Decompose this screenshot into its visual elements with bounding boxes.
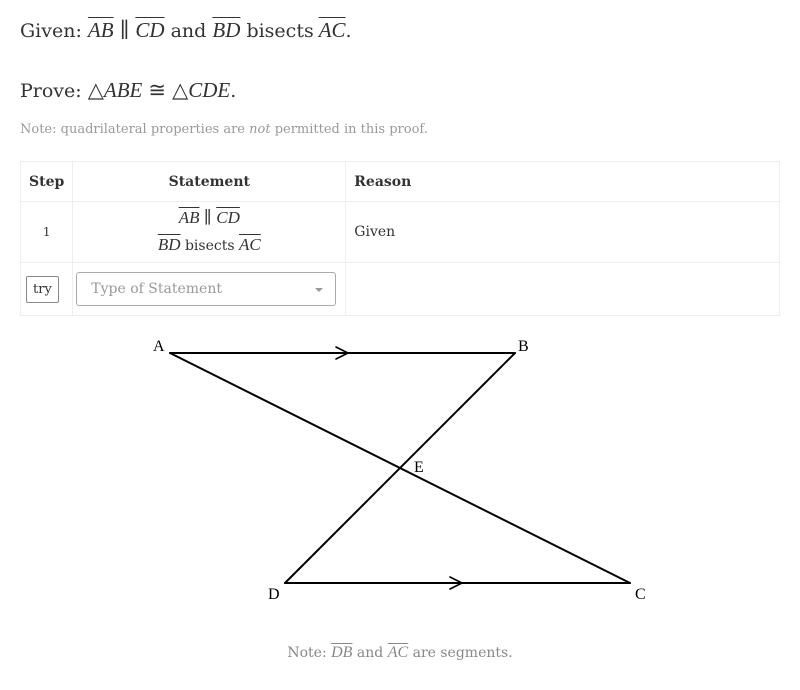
segment-ab: AB <box>87 18 114 42</box>
try-cell: try <box>19 262 74 316</box>
prove-label: Prove: <box>20 80 82 102</box>
statement-cell: AB ∥ CD BD bisects AC <box>72 201 347 263</box>
statement-type-select[interactable]: Type of Statement <box>76 272 337 306</box>
segment-ac: AC <box>318 18 346 42</box>
given-statement: Given: AB ∥ CD and BD bisects AC. <box>20 18 352 43</box>
given-label: Given: <box>20 20 82 42</box>
label-e: E <box>414 459 424 476</box>
chevron-down-icon <box>315 288 324 292</box>
note-prefix: Note: <box>287 645 327 661</box>
and-text: and <box>356 645 384 661</box>
table-header-row: Step Statement Reason <box>19 161 780 202</box>
reason-cell: Given <box>345 201 780 263</box>
segment-cd: CD <box>216 208 240 227</box>
segment-bd: BD <box>157 235 181 254</box>
segment-bd: BD <box>212 18 241 42</box>
geometry-diagram: A B E D C <box>153 338 646 603</box>
note-quadrilateral: Note: quadrilateral properties are not p… <box>20 122 428 137</box>
triangle-icon: △ <box>172 78 189 102</box>
prove-statement: Prove: △ABE ≅ △CDE. <box>20 78 236 103</box>
note-prefix: Note: quadrilateral properties are <box>20 122 250 137</box>
triangle-cde: CDE <box>188 78 231 102</box>
segment-ac: AC <box>387 644 409 661</box>
parallel-symbol: ∥ <box>119 18 130 42</box>
label-a: A <box>153 338 165 355</box>
label-c: C <box>635 586 646 603</box>
congruent-symbol: ≅ <box>148 78 167 102</box>
try-button[interactable]: try <box>26 275 59 303</box>
segment-bd-line <box>284 352 516 584</box>
bisects-text: bisects <box>184 238 235 254</box>
triangle-icon: △ <box>87 78 104 102</box>
period: . <box>345 20 352 42</box>
step-number: 1 <box>19 201 74 263</box>
parallel-symbol: ∥ <box>203 208 212 227</box>
statement-select-cell: Type of Statement <box>72 262 347 316</box>
header-step: Step <box>19 161 74 202</box>
header-reason: Reason <box>345 161 780 202</box>
proof-table: Step Statement Reason 1 AB ∥ CD BD bisec… <box>19 161 780 316</box>
input-row: try Type of Statement <box>19 262 780 316</box>
table-row: 1 AB ∥ CD BD bisects AC Given <box>19 201 780 263</box>
bisects-text: bisects <box>246 20 314 42</box>
label-d: D <box>268 586 280 603</box>
statement-line-1: AB ∥ CD <box>74 205 344 232</box>
label-b: B <box>518 338 529 355</box>
header-statement: Statement <box>72 161 347 202</box>
segment-ab: AB <box>178 208 200 227</box>
and-text: and <box>170 20 207 42</box>
note-suffix: permitted in this proof. <box>270 122 428 137</box>
triangle-abe: ABE <box>103 78 143 102</box>
note-suffix: are segments. <box>412 645 513 661</box>
segment-cd: CD <box>135 18 165 42</box>
segment-ac: AC <box>238 235 261 254</box>
select-placeholder: Type of Statement <box>91 281 222 297</box>
empty-reason-cell <box>345 262 780 316</box>
segment-db: DB <box>331 644 353 661</box>
note-emphasis: not <box>249 122 271 137</box>
period: . <box>230 80 237 102</box>
statement-line-2: BD bisects AC <box>74 232 344 259</box>
note-segments: Note: DB and AC are segments. <box>0 644 800 662</box>
